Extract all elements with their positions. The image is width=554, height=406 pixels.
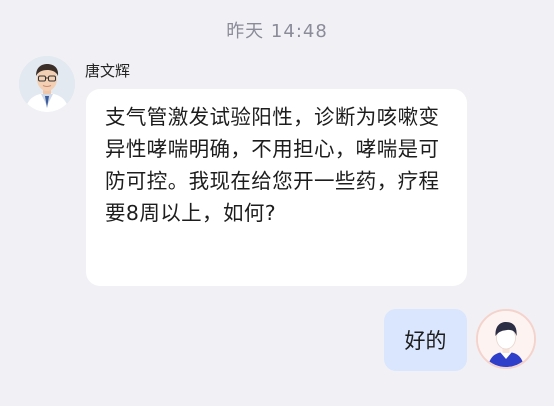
doctor-avatar[interactable]	[19, 56, 75, 112]
doctor-name: 唐文辉	[85, 62, 131, 80]
user-avatar-icon	[478, 311, 534, 367]
chat-timestamp: 昨天 14:48	[226, 21, 328, 42]
outgoing-message-bubble: 好的	[384, 309, 467, 371]
user-avatar[interactable]	[476, 309, 536, 369]
incoming-message-bubble: 支气管激发试验阳性，诊断为咳嗽变异性哮喘明确，不用担心，哮喘是可防可控。我现在给…	[86, 89, 467, 286]
doctor-avatar-photo-icon	[19, 56, 75, 112]
